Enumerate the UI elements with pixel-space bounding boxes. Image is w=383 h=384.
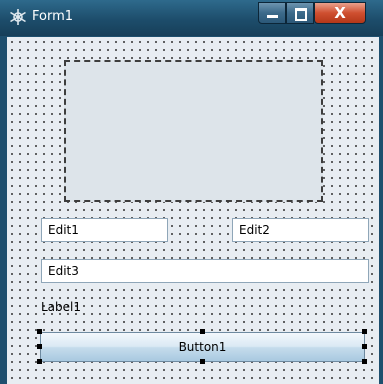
resize-handle-top-left[interactable] <box>37 329 42 334</box>
minimize-button[interactable] <box>258 2 286 24</box>
delphi-form-icon <box>10 9 26 25</box>
title-bar[interactable]: Form1 X <box>0 0 383 36</box>
edit1-field[interactable]: Edit1 <box>41 218 168 242</box>
resize-handle-bottom-right[interactable] <box>362 359 367 364</box>
form-window: Form1 X Edit1 Edit2 Edit3 Label1 Button1 <box>0 0 383 384</box>
resize-handle-right[interactable] <box>362 344 367 349</box>
resize-handle-top-right[interactable] <box>362 329 367 334</box>
resize-handle-bottom-left[interactable] <box>37 359 42 364</box>
window-title: Form1 <box>32 9 74 24</box>
close-button[interactable]: X <box>314 2 366 24</box>
selection-panel-placeholder[interactable] <box>64 60 323 202</box>
button1[interactable]: Button1 <box>40 332 365 362</box>
resize-handle-top[interactable] <box>200 329 205 334</box>
maximize-button[interactable] <box>286 2 314 24</box>
edit3-field[interactable]: Edit3 <box>41 259 369 283</box>
resize-handle-left[interactable] <box>37 344 42 349</box>
close-icon: X <box>334 4 346 22</box>
maximize-icon <box>295 8 307 21</box>
resize-handle-bottom[interactable] <box>200 359 205 364</box>
minimize-icon <box>267 15 278 18</box>
form-design-surface[interactable]: Edit1 Edit2 Edit3 Label1 Button1 <box>7 37 379 384</box>
label1: Label1 <box>41 300 82 314</box>
edit2-field[interactable]: Edit2 <box>232 218 369 242</box>
